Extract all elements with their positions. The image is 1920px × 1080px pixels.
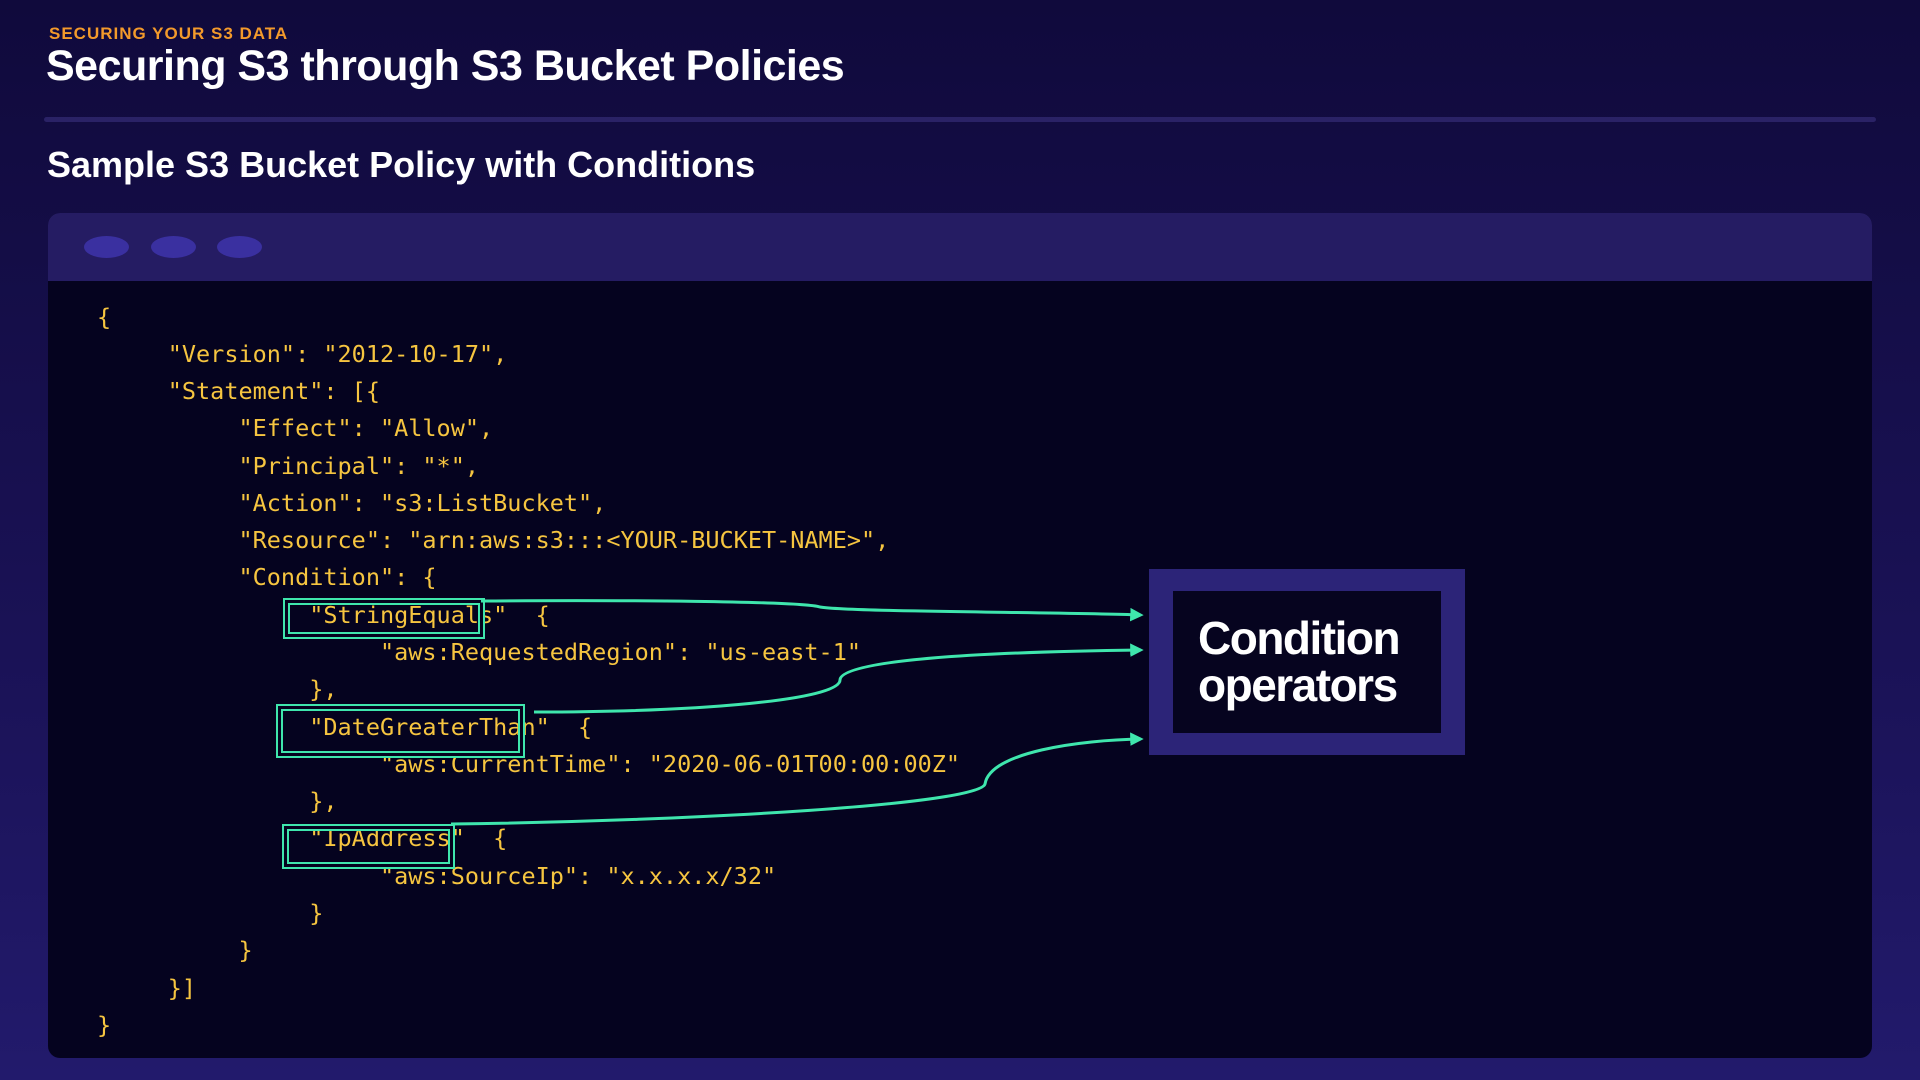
code-line: "Condition": { bbox=[97, 563, 437, 591]
code-line: } bbox=[97, 936, 253, 964]
code-line: "Principal": "*", bbox=[97, 452, 480, 480]
code-line: }, bbox=[97, 675, 338, 703]
code-line: "Resource": "arn:aws:s3:::<YOUR-BUCKET-N… bbox=[97, 526, 890, 554]
condition-operators-callout: Condition operators bbox=[1149, 569, 1465, 755]
code-line: "Statement": [{ bbox=[97, 377, 380, 405]
code-line: } bbox=[97, 1011, 112, 1039]
date-greater-than-highlight bbox=[276, 704, 525, 758]
slide-title: Securing S3 through S3 Bucket Policies bbox=[46, 42, 845, 90]
code-line: }] bbox=[97, 974, 197, 1002]
code-line: } bbox=[97, 899, 324, 927]
code-line: "Version": "2012-10-17", bbox=[97, 340, 508, 368]
code-line: "Action": "s3:ListBucket", bbox=[97, 489, 607, 517]
slide-subtitle: Sample S3 Bucket Policy with Conditions bbox=[47, 144, 756, 185]
code-line: "aws:CurrentTime": "2020-06-01T00:00:00Z… bbox=[97, 750, 961, 778]
code-line: }, bbox=[97, 787, 338, 815]
code-line: { bbox=[97, 303, 112, 331]
string-equals-highlight bbox=[283, 598, 485, 639]
section-eyebrow: SECURING YOUR S3 DATA bbox=[49, 24, 289, 43]
callout-panel: Condition operators bbox=[1173, 591, 1441, 733]
code-line: "Effect": "Allow", bbox=[97, 414, 494, 442]
code-line: "aws:RequestedRegion": "us-east-1" bbox=[97, 638, 862, 666]
callout-text-line-1: Condition bbox=[1198, 612, 1401, 664]
code-block: { "Version": "2012-10-17", "Statement": … bbox=[48, 213, 1872, 1058]
title-divider bbox=[44, 117, 1876, 122]
code-window: { "Version": "2012-10-17", "Statement": … bbox=[48, 213, 1872, 1058]
callout-text-line-2: operators bbox=[1198, 659, 1398, 711]
ip-address-highlight bbox=[282, 824, 455, 869]
